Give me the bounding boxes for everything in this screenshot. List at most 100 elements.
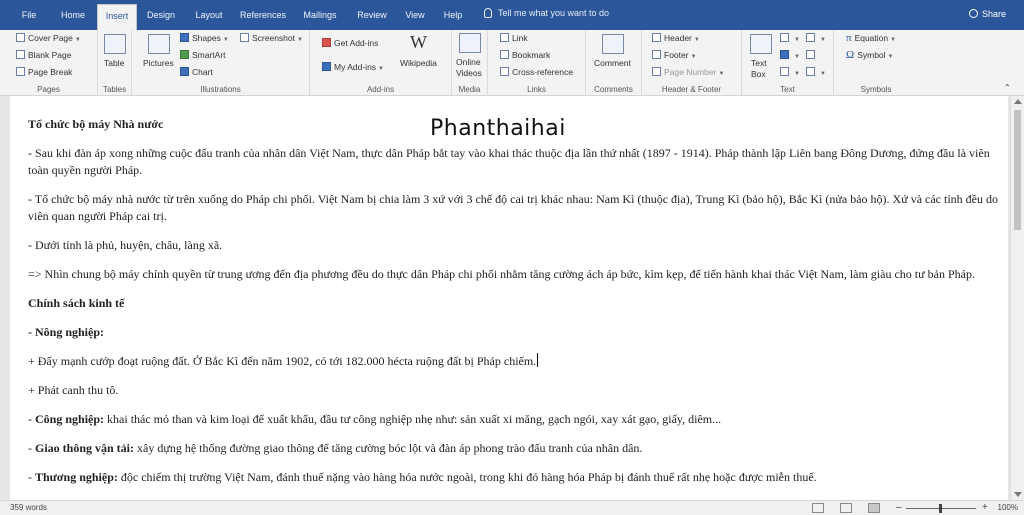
object-icon[interactable]: ▼ bbox=[806, 67, 826, 80]
blank-page-button[interactable]: Blank Page bbox=[16, 50, 71, 61]
group-text: Text Box ▼ ▼ ▼ ▼ ▼ Text bbox=[742, 30, 834, 96]
dash: - bbox=[28, 470, 35, 484]
tab-view[interactable]: View bbox=[400, 8, 430, 26]
collapse-ribbon-icon[interactable]: ⌃ bbox=[1004, 82, 1011, 93]
link-button[interactable]: Link bbox=[500, 33, 528, 44]
quick-parts-icon[interactable]: ▼ bbox=[780, 33, 800, 46]
vertical-scrollbar[interactable] bbox=[1010, 96, 1024, 500]
print-layout-icon[interactable] bbox=[840, 503, 852, 513]
chart-label: Chart bbox=[192, 67, 213, 77]
tab-mailings[interactable]: Mailings bbox=[297, 8, 343, 26]
bookmark-button[interactable]: Bookmark bbox=[500, 50, 550, 61]
text-box-label-2[interactable]: Box bbox=[751, 69, 766, 80]
pictures-button[interactable]: Pictures bbox=[143, 58, 174, 69]
online-videos-label-2[interactable]: Videos bbox=[456, 68, 482, 79]
heading-bo-may: Tổ chức bộ máy Nhà nước bbox=[28, 117, 164, 131]
blank-page-label: Blank Page bbox=[28, 50, 72, 60]
word-count[interactable]: 359 words bbox=[10, 503, 47, 512]
cover-page-label: Cover Page bbox=[28, 33, 73, 43]
dash: - bbox=[28, 441, 35, 455]
paragraph: + Phát canh thu tô. bbox=[28, 383, 119, 397]
footer-label: Footer bbox=[664, 50, 689, 60]
scroll-thumb[interactable] bbox=[1014, 110, 1021, 230]
store-icon bbox=[322, 38, 331, 47]
header-button[interactable]: Header ▼ bbox=[652, 33, 700, 46]
document-body: Tổ chức bộ máy Nhà nước - Sau khi đàn áp… bbox=[28, 116, 998, 498]
group-label-header-footer: Header & Footer bbox=[661, 85, 722, 94]
group-label-text: Text bbox=[780, 85, 795, 94]
tell-me-box[interactable]: Tell me what you want to do bbox=[484, 8, 609, 18]
document-page[interactable]: Phanthaihai Tổ chức bộ máy Nhà nước - Sa… bbox=[10, 96, 1008, 500]
scroll-down-icon[interactable] bbox=[1014, 492, 1022, 497]
text-box-icon bbox=[750, 34, 772, 54]
online-videos-label-1[interactable]: Online bbox=[456, 57, 481, 68]
link-icon bbox=[500, 33, 509, 42]
document-area: Phanthaihai Tổ chức bộ máy Nhà nước - Sa… bbox=[0, 96, 1024, 500]
tab-references[interactable]: References bbox=[237, 8, 289, 26]
symbol-button[interactable]: Ω Symbol ▼ bbox=[846, 50, 893, 63]
cross-reference-button[interactable]: Cross-reference bbox=[500, 67, 573, 78]
scroll-up-icon[interactable] bbox=[1014, 99, 1022, 104]
paragraph: - Sau khi đàn áp xong những cuộc đấu tra… bbox=[28, 146, 990, 177]
wordart-icon[interactable]: ▼ bbox=[780, 50, 800, 63]
group-media: Online Videos Media bbox=[452, 30, 488, 96]
text-box-label-1[interactable]: Text bbox=[751, 58, 767, 69]
text-thuong-nghiep: độc chiếm thị trường Việt Nam, đánh thuế… bbox=[117, 470, 817, 484]
date-time-icon[interactable] bbox=[806, 50, 818, 61]
web-layout-icon[interactable] bbox=[868, 503, 880, 513]
addins-icon bbox=[322, 62, 331, 71]
tab-layout[interactable]: Layout bbox=[189, 8, 229, 26]
cross-reference-label: Cross-reference bbox=[512, 67, 573, 77]
shapes-icon bbox=[180, 33, 189, 42]
symbol-label: Symbol bbox=[857, 50, 886, 60]
share-button[interactable]: Share bbox=[968, 9, 1006, 19]
paragraph-cong-nghiep: - Công nghiệp: khai thác mỏ than và kim … bbox=[28, 411, 998, 428]
lightbulb-icon bbox=[484, 8, 492, 18]
zoom-in-button[interactable]: + bbox=[982, 502, 988, 513]
my-addins-button[interactable]: My Add-ins ▼ bbox=[322, 62, 384, 75]
footer-button[interactable]: Footer ▼ bbox=[652, 50, 697, 63]
page-number-label: Page Number bbox=[664, 67, 717, 77]
signature-line-icon[interactable]: ▼ bbox=[806, 33, 826, 46]
cover-page-icon bbox=[16, 33, 25, 42]
page-number-button[interactable]: Page Number ▼ bbox=[652, 67, 724, 80]
chart-button[interactable]: Chart bbox=[180, 67, 213, 78]
group-label-links: Links bbox=[527, 85, 546, 94]
my-addins-label: My Add-ins bbox=[334, 62, 377, 72]
tab-home[interactable]: Home bbox=[55, 8, 91, 26]
group-links: Link Bookmark Cross-reference Links bbox=[488, 30, 586, 96]
drop-cap-icon[interactable]: ▼ bbox=[780, 67, 800, 80]
cover-page-button[interactable]: Cover Page ▼ bbox=[16, 33, 81, 46]
screenshot-button[interactable]: Screenshot ▼ bbox=[240, 33, 303, 46]
comment-button[interactable]: Comment bbox=[594, 58, 631, 69]
tab-design[interactable]: Design bbox=[141, 8, 181, 26]
get-addins-button[interactable]: Get Add-ins bbox=[322, 38, 378, 49]
zoom-out-button[interactable]: – bbox=[896, 502, 902, 513]
group-addins: Get Add-ins My Add-ins ▼ W Wikipedia Add-… bbox=[310, 30, 452, 96]
table-button[interactable]: Table bbox=[104, 58, 124, 69]
ribbon-tab-bar: File Home Insert Design Layout Reference… bbox=[0, 0, 1024, 30]
zoom-slider-knob[interactable] bbox=[939, 504, 942, 513]
read-mode-icon[interactable] bbox=[812, 503, 824, 513]
page-break-icon bbox=[16, 67, 25, 76]
smartart-button[interactable]: SmartArt bbox=[180, 50, 226, 61]
group-illustrations: Pictures Shapes ▼ SmartArt Chart Screensh… bbox=[132, 30, 310, 96]
group-tables: Table Tables bbox=[98, 30, 132, 96]
screenshot-icon bbox=[240, 33, 249, 42]
tab-insert[interactable]: Insert bbox=[97, 4, 137, 30]
screenshot-label: Screenshot bbox=[252, 33, 295, 43]
zoom-level[interactable]: 100% bbox=[998, 503, 1018, 512]
tab-file[interactable]: File bbox=[14, 8, 44, 26]
page-break-button[interactable]: Page Break bbox=[16, 67, 72, 78]
wikipedia-button[interactable]: Wikipedia bbox=[400, 58, 437, 69]
link-label: Link bbox=[512, 33, 528, 43]
bookmark-label: Bookmark bbox=[512, 50, 551, 60]
page-break-label: Page Break bbox=[28, 67, 73, 77]
equation-button[interactable]: π Equation ▼ bbox=[846, 33, 896, 46]
equation-label: Equation bbox=[854, 33, 889, 43]
paragraph: => Nhìn chung bộ máy chính quyền từ trun… bbox=[28, 267, 975, 281]
tab-review[interactable]: Review bbox=[352, 8, 392, 26]
tab-help[interactable]: Help bbox=[438, 8, 468, 26]
wikipedia-icon: W bbox=[410, 32, 427, 52]
shapes-button[interactable]: Shapes ▼ bbox=[180, 33, 229, 46]
